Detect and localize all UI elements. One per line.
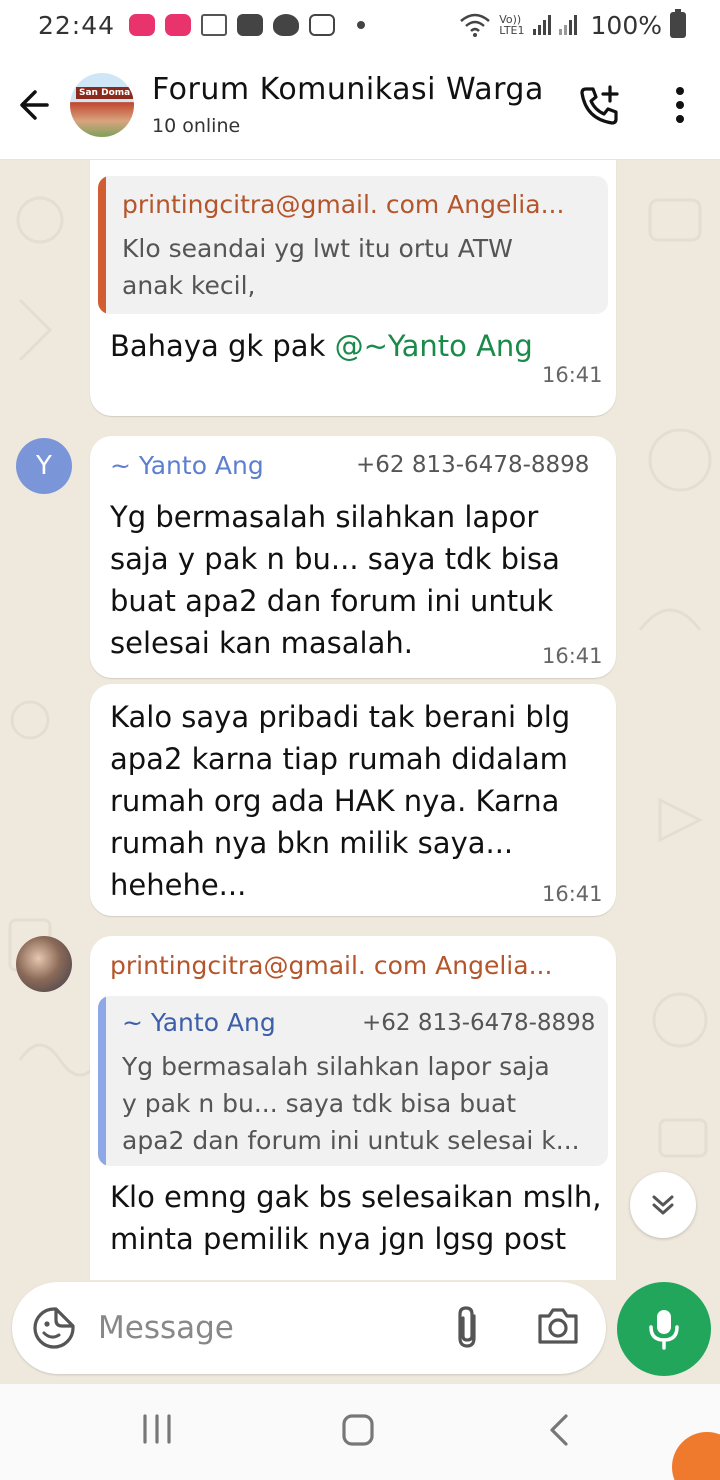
status-bar: 22:44 Vo)) LTE1 100% <box>0 0 720 1280</box>
scroll-to-bottom-button[interactable] <box>630 1172 696 1238</box>
quoted-message[interactable]: ~ Yanto Ang +62 813-6478-8898 Yg bermasa… <box>98 996 608 1166</box>
double-chevron-down-icon <box>652 1195 674 1215</box>
mic-icon <box>649 1310 679 1350</box>
message-text: Kalo saya pribadi tak berani blg apa2 ka… <box>110 700 571 902</box>
quote-bar <box>98 996 106 1166</box>
message-time: 16:41 <box>542 882 603 906</box>
quote-author: ~ Yanto Ang <box>122 1008 276 1037</box>
battery-percent: 100% <box>590 10 662 40</box>
message-text: Yg bermasalah silahkan lapor saja y pak … <box>110 500 560 660</box>
avatar-sign: San Doma <box>76 86 134 99</box>
message-time: 16:41 <box>542 363 603 387</box>
recents-button[interactable] <box>140 1412 174 1450</box>
sticker-icon <box>33 1307 75 1349</box>
add-call-button[interactable] <box>560 50 640 160</box>
app-notification-icon <box>165 14 192 36</box>
back-nav-button[interactable] <box>544 1412 574 1452</box>
message-bubble[interactable]: printingcitra@gmail. com Angelia... Klo … <box>90 160 616 416</box>
message-bubble[interactable]: printingcitra@gmail. com Angelia... ~ Ya… <box>90 936 616 1280</box>
message-time: 16:41 <box>542 644 603 668</box>
add-call-icon <box>580 84 619 125</box>
battery-icon <box>670 9 686 38</box>
sender-name[interactable]: printingcitra@gmail. com Angelia... <box>110 951 552 980</box>
signal-icon <box>532 15 551 35</box>
youtube-notification-icon <box>237 14 264 36</box>
wifi-icon <box>460 13 491 37</box>
mi-notification-icon <box>309 14 336 36</box>
message-bubble[interactable]: Kalo saya pribadi tak berani blg apa2 ka… <box>90 684 616 916</box>
camera-icon <box>538 1308 578 1344</box>
sender-phone: +62 813-6478-8898 <box>356 452 590 478</box>
message-text: Bahaya gk pak @~Yanto Ang <box>110 329 533 363</box>
back-icon <box>550 1414 568 1446</box>
more-notifications-icon <box>357 21 366 29</box>
recents-icon <box>143 1414 171 1444</box>
more-vert-icon <box>676 86 684 123</box>
chat-title-area[interactable]: Forum Komunikasi Warga 10 online <box>152 72 560 137</box>
camera-button[interactable] <box>536 1306 580 1350</box>
chat-header: San Doma Forum Komunikasi Warga 10 onlin… <box>0 50 720 160</box>
group-avatar[interactable]: San Doma <box>70 72 134 137</box>
message-placeholder: Message <box>98 1310 234 1346</box>
user-mention[interactable]: @~Yanto Ang <box>335 329 533 363</box>
home-icon <box>342 1414 374 1446</box>
gift-notification-icon <box>201 14 228 36</box>
message-input[interactable]: Message <box>12 1282 606 1374</box>
chat-area[interactable]: printingcitra@gmail. com Angelia... Klo … <box>0 160 720 1280</box>
online-count: 10 online <box>152 115 241 137</box>
emoji-button[interactable] <box>32 1306 76 1354</box>
system-nav-bar <box>0 1384 720 1480</box>
chat-title: Forum Komunikasi Warga <box>152 72 544 107</box>
network-type: Vo)) LTE1 <box>499 13 525 37</box>
sender-avatar-photo[interactable] <box>16 936 72 992</box>
paperclip-icon <box>458 1306 476 1348</box>
status-time: 22:44 <box>38 10 116 40</box>
quote-author: printingcitra@gmail. com Angelia... <box>122 190 565 219</box>
quote-phone: +62 813-6478-8898 <box>362 1010 596 1036</box>
message-text: Klo emng gak bs selesaikan mslh, minta p… <box>110 1180 602 1256</box>
message-bubble[interactable]: ~ Yanto Ang +62 813-6478-8898 Yg bermasa… <box>90 436 616 678</box>
arrow-left-icon <box>20 89 49 120</box>
quote-text: Klo seandai yg lwt itu ortu ATW anak kec… <box>122 234 513 300</box>
notification-icons <box>0 14 720 1280</box>
status-right: Vo)) LTE1 100% <box>459 9 686 40</box>
quote-bar <box>98 176 106 314</box>
sender-name[interactable]: ~ Yanto Ang <box>110 451 264 480</box>
home-button[interactable] <box>340 1412 376 1452</box>
signal-icon-2 <box>558 15 577 35</box>
attach-button[interactable] <box>452 1304 482 1356</box>
composer-bar: Message <box>0 1280 720 1384</box>
quote-text: Yg bermasalah silahkan lapor saja y pak … <box>122 1052 580 1155</box>
more-options-button[interactable] <box>640 50 720 160</box>
sender-avatar[interactable]: Y <box>16 438 72 494</box>
robot-notification-icon <box>273 14 300 36</box>
back-button[interactable] <box>0 50 70 160</box>
app-notification-icon <box>129 14 156 36</box>
quoted-message[interactable]: printingcitra@gmail. com Angelia... Klo … <box>98 176 608 314</box>
voice-message-button[interactable] <box>617 1282 711 1376</box>
